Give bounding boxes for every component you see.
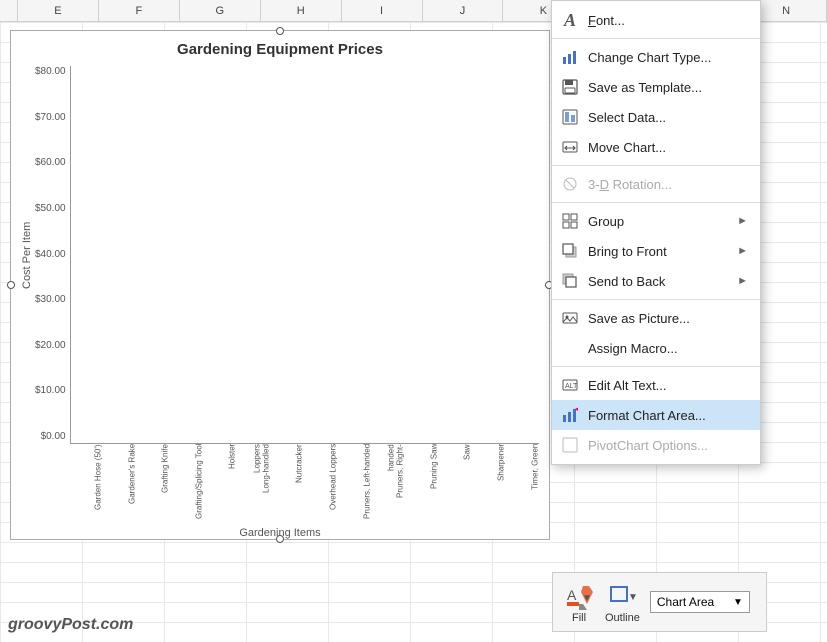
menu-item-bring-to-front[interactable]: Bring to Front ► (552, 236, 760, 266)
separator-2 (552, 165, 760, 166)
menu-item-font[interactable]: A Font... (552, 5, 760, 35)
menu-item-format-chart-area[interactable]: Format Chart Area... (552, 400, 760, 430)
x-label: Grafting Knife (136, 444, 170, 524)
fill-icon[interactable]: A ▼ (563, 580, 595, 612)
x-label: Pruning Saw (405, 444, 439, 524)
menu-label-select-data: Select Data... (588, 110, 748, 125)
change-chart-type-icon (560, 47, 580, 67)
handle-bottom[interactable] (276, 535, 284, 543)
chart-container[interactable]: Gardening Equipment Prices Cost Per Item… (10, 30, 550, 540)
menu-label-bring-to-front: Bring to Front (588, 244, 733, 259)
col-h: H (261, 0, 342, 21)
move-chart-icon (560, 137, 580, 157)
x-label: Sharpener (472, 444, 506, 524)
y-axis-label: Cost Per Item (21, 66, 33, 444)
menu-label-save-as-picture: Save as Picture... (588, 311, 748, 326)
svg-text:ALT: ALT (565, 383, 578, 390)
format-chart-area-icon (560, 405, 580, 425)
col-j: J (423, 0, 504, 21)
3d-rotation-icon (560, 174, 580, 194)
spreadsheet: E F G H I J K L M N Gardening Equipment … (0, 0, 827, 642)
separator-5 (552, 366, 760, 367)
menu-label-move-chart: Move Chart... (588, 140, 748, 155)
assign-macro-icon (560, 338, 580, 358)
svg-text:▼: ▼ (628, 592, 636, 603)
menu-label-change-chart-type: Change Chart Type... (588, 50, 748, 65)
menu-item-change-chart-type[interactable]: Change Chart Type... (552, 42, 760, 72)
send-to-back-icon (560, 271, 580, 291)
col-g: G (180, 0, 261, 21)
outline-label: Outline (605, 612, 640, 624)
select-data-icon (560, 107, 580, 127)
chart-area-dropdown[interactable]: Chart Area ▼ (650, 591, 750, 613)
outline-tool[interactable]: ▼ Outline (605, 580, 640, 624)
context-menu: A Font... Change Chart Type... Save as T… (551, 0, 761, 465)
send-to-back-arrow: ► (737, 275, 748, 287)
x-label: Overhead Loppers (304, 444, 338, 524)
menu-item-3d-rotation: 3-D Rotation... (552, 169, 760, 199)
menu-item-save-as-template[interactable]: Save as Template... (552, 72, 760, 102)
x-labels: Garden Hose (50')Gardener's RakeGrafting… (69, 444, 539, 524)
menu-label-group: Group (588, 214, 733, 229)
menu-item-pivotchart-options: PivotChart Options... (552, 430, 760, 460)
handle-top[interactable] (276, 27, 284, 35)
menu-label-format-chart-area: Format Chart Area... (588, 408, 748, 423)
x-label: Gardener's Rake (103, 444, 137, 524)
svg-text:A: A (567, 587, 577, 603)
save-as-picture-icon (560, 308, 580, 328)
x-label: Garden Hose (50') (69, 444, 103, 524)
separator-3 (552, 202, 760, 203)
chart-inner: Gardening Equipment Prices Cost Per Item… (11, 31, 549, 539)
x-label: Pruners, Right-handed (371, 444, 405, 524)
menu-item-edit-alt-text[interactable]: ALT Edit Alt Text... (552, 370, 760, 400)
x-label: Nutcracker (270, 444, 304, 524)
menu-label-pivotchart-options: PivotChart Options... (588, 438, 748, 453)
bring-to-front-arrow: ► (737, 245, 748, 257)
handle-left[interactable] (7, 281, 15, 289)
menu-label-send-to-back: Send to Back (588, 274, 733, 289)
col-e: E (18, 0, 99, 21)
x-label: Long-handled Loppers (237, 444, 271, 524)
edit-alt-text-icon: ALT (560, 375, 580, 395)
dropdown-arrow-icon[interactable]: ▼ (733, 597, 743, 608)
menu-item-send-to-back[interactable]: Send to Back ► (552, 266, 760, 296)
col-i: I (342, 0, 423, 21)
menu-label-edit-alt-text: Edit Alt Text... (588, 378, 748, 393)
menu-label-3d-rotation: 3-D Rotation... (588, 177, 748, 192)
fill-tool[interactable]: A ▼ Fill (563, 580, 595, 624)
menu-item-move-chart[interactable]: Move Chart... (552, 132, 760, 162)
pivotchart-options-icon (560, 435, 580, 455)
menu-item-assign-macro[interactable]: Assign Macro... (552, 333, 760, 363)
dropdown-value: Chart Area (657, 595, 714, 609)
menu-item-group[interactable]: Group ► (552, 206, 760, 236)
fill-label: Fill (572, 612, 586, 624)
x-label: Timer, Green (506, 444, 540, 524)
watermark: groovyPost.com (8, 616, 133, 634)
group-icon (560, 211, 580, 231)
x-label: Saw (438, 444, 472, 524)
menu-label-font: Font... (588, 13, 748, 28)
menu-item-save-as-picture[interactable]: Save as Picture... (552, 303, 760, 333)
chart-title: Gardening Equipment Prices (21, 41, 539, 58)
bars-area (70, 66, 539, 444)
svg-text:▼: ▼ (582, 593, 592, 604)
separator-4 (552, 299, 760, 300)
row-header (0, 0, 18, 21)
group-arrow: ► (737, 215, 748, 227)
save-as-template-icon (560, 77, 580, 97)
col-f: F (99, 0, 180, 21)
outline-icon[interactable]: ▼ (606, 580, 638, 612)
font-icon: A (560, 10, 580, 30)
bottom-toolbar: A ▼ Fill ▼ Outline Chart Area ▼ (552, 572, 767, 632)
x-label: Pruners, Left-handed (338, 444, 372, 524)
x-label: Holster (203, 444, 237, 524)
menu-item-select-data[interactable]: Select Data... (552, 102, 760, 132)
bring-to-front-icon (560, 241, 580, 261)
menu-label-assign-macro: Assign Macro... (588, 341, 748, 356)
menu-label-save-as-template: Save as Template... (588, 80, 748, 95)
y-axis-ticks: $80.00 $70.00 $60.00 $50.00 $40.00 $30.0… (35, 66, 66, 444)
x-label: Grafting/Splicing Tool (170, 444, 204, 524)
separator-1 (552, 38, 760, 39)
